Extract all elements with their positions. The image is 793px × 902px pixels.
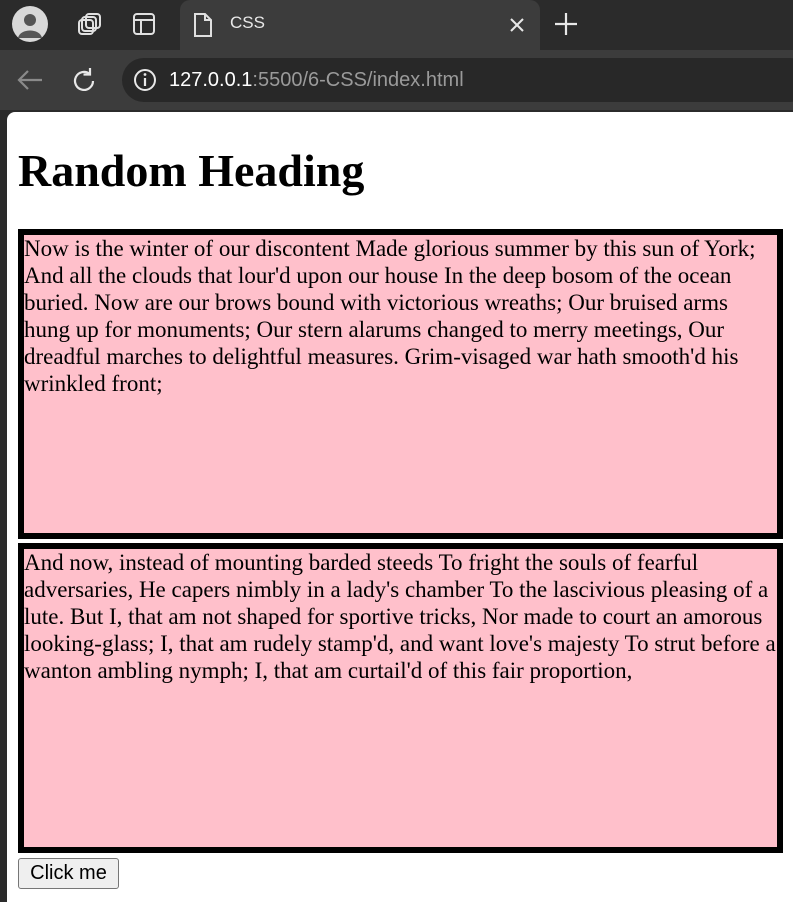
paragraph-box-2: And now, instead of mounting barded stee… [18, 543, 783, 853]
browser-toolbar: 127.0.0.1:5500/6-CSS/index.html [0, 50, 793, 110]
profile-icon[interactable] [12, 6, 48, 42]
url-host: 127.0.0.1 [169, 69, 253, 91]
workspaces-icon[interactable] [77, 11, 103, 37]
page-heading: Random Heading [18, 145, 365, 196]
tab-actions-icon[interactable] [131, 11, 157, 37]
plus-icon[interactable] [553, 11, 579, 37]
page-icon [192, 12, 214, 38]
click-me-button[interactable]: Click me [18, 858, 119, 889]
tab-title: CSS [230, 13, 265, 32]
browser-tab-strip: CSS [0, 0, 793, 50]
info-icon[interactable] [132, 67, 158, 93]
url-text: 127.0.0.1:5500/6-CSS/index.html [169, 69, 464, 92]
reload-icon[interactable] [70, 67, 98, 95]
tab-css[interactable]: CSS [180, 0, 540, 50]
close-icon[interactable] [507, 15, 527, 35]
back-arrow-icon[interactable] [16, 68, 44, 92]
paragraph-box-1: Now is the winter of our discontent Made… [18, 229, 783, 539]
address-bar[interactable]: 127.0.0.1:5500/6-CSS/index.html [122, 58, 793, 102]
url-path: :5500/6-CSS/index.html [252, 69, 464, 91]
page-viewport: Random Heading Now is the winter of our … [7, 112, 793, 902]
